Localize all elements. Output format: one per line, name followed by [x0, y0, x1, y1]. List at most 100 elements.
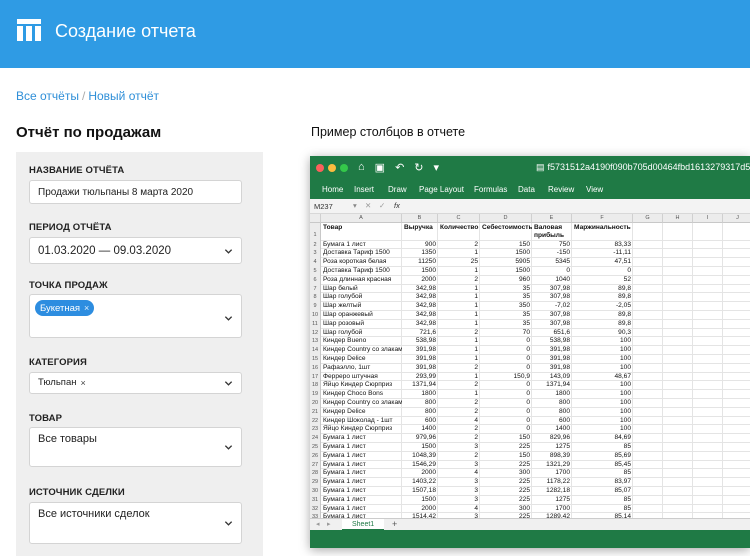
- cancel-icon: ✕: [365, 201, 372, 210]
- row-header: 13: [310, 337, 321, 347]
- column-title-cell: Товар: [323, 224, 343, 231]
- ribbon-tab-view: View: [586, 185, 604, 194]
- quick-access-toolbar: ⌂ ▣ ↶ ↻ ▾: [358, 161, 439, 174]
- row-header: 31: [310, 495, 321, 505]
- ribbon-tab-insert: Insert: [354, 185, 375, 194]
- row-header: 23: [310, 425, 321, 435]
- column-title-cell: Выручка: [404, 224, 433, 231]
- chevron-down-icon: [224, 316, 233, 321]
- category-tag-label: Тюльпан: [38, 377, 77, 388]
- sheet-nav-next: ▸: [327, 521, 331, 528]
- column-title-cell: Себестоимость: [482, 224, 532, 231]
- product-label: ТОВАР: [29, 413, 63, 424]
- breadcrumb: Все отчёты / Новый отчёт: [16, 89, 159, 103]
- excel-filename: ▤ f5731512a4190f090b705d00464fbd161327931…: [536, 162, 750, 173]
- redo-icon: ↻: [414, 162, 424, 174]
- row-header: 21: [310, 407, 321, 417]
- row-header: 30: [310, 487, 321, 496]
- row-header: 6: [310, 275, 321, 285]
- report-name-value: Продажи тюльпаны 8 марта 2020: [38, 187, 194, 198]
- namebox-dropdown-icon: ▾: [353, 201, 357, 210]
- excel-filename-text: f5731512a4190f090b705d00464fbd1613279317…: [547, 162, 750, 172]
- category-label: КАТЕГОРИЯ: [29, 357, 87, 368]
- excel-preview-window: ⌂ ▣ ↶ ↻ ▾ ▤ f5731512a4190f090b705d00464fb…: [310, 156, 750, 548]
- maximize-icon: [340, 164, 348, 172]
- file-icon: ▤: [536, 162, 545, 172]
- row-header: 11: [310, 319, 321, 329]
- row-header: 3: [310, 249, 321, 259]
- row-header: 28: [310, 469, 321, 479]
- breadcrumb-separator: /: [81, 89, 86, 103]
- remove-tag-icon[interactable]: ×: [84, 303, 89, 313]
- excel-titlebar: ⌂ ▣ ↶ ↻ ▾ ▤ f5731512a4190f090b705d00464fb…: [310, 156, 750, 184]
- category-select[interactable]: Тюльпан ×: [29, 372, 242, 394]
- period-select[interactable]: 01.03.2020 — 09.03.2020: [29, 237, 242, 264]
- column-header-b: B: [402, 214, 438, 223]
- close-icon: [316, 164, 324, 172]
- function-icon: fx: [394, 201, 400, 210]
- row-header: 18: [310, 381, 321, 391]
- spreadsheet-grid: A B C D E F G H I J 1 Товар Выручка Количество Себесто…: [310, 214, 750, 534]
- source-select[interactable]: Все источники сделок: [29, 502, 242, 544]
- row-header: 29: [310, 478, 321, 487]
- ribbon-tab-formulas: Formulas: [474, 185, 508, 194]
- column-title-cell: Маржинальность: [574, 224, 631, 231]
- point-of-sale-select[interactable]: Букетная ×: [29, 294, 242, 338]
- column-gridline: [662, 223, 663, 531]
- row-header: 24: [310, 434, 321, 443]
- row-header: 10: [310, 311, 321, 320]
- ribbon-tab-page-layout: Page Layout: [419, 185, 464, 194]
- source-value: Все источники сделок: [38, 508, 150, 520]
- breadcrumb-all-reports[interactable]: Все отчёты: [16, 89, 79, 103]
- ribbon-tab-data: Data: [518, 185, 535, 194]
- product-select[interactable]: Все товары: [29, 427, 242, 467]
- point-of-sale-tag-label: Букетная: [40, 302, 81, 314]
- app-title: Создание отчета: [55, 21, 196, 41]
- ribbon-tab-review: Review: [548, 185, 575, 194]
- row-header: 26: [310, 451, 321, 461]
- column-header-i: I: [693, 214, 723, 223]
- remove-tag-icon[interactable]: ×: [80, 378, 85, 388]
- row-header: 14: [310, 346, 321, 355]
- preview-caption: Пример столбцов в отчете: [311, 125, 466, 139]
- row-header: 2: [310, 240, 321, 250]
- column-header-h: H: [663, 214, 693, 223]
- select-all-corner: [310, 214, 321, 223]
- column-header-g: G: [633, 214, 663, 223]
- ribbon-tab-draw: Draw: [388, 185, 407, 194]
- row-header: 15: [310, 355, 321, 364]
- period-value: 01.03.2020 — 09.03.2020: [38, 245, 172, 257]
- add-sheet-icon: +: [392, 519, 398, 529]
- row-header: 19: [310, 390, 321, 399]
- row-header: 22: [310, 416, 321, 426]
- row-header: 9: [310, 302, 321, 311]
- row-header: 12: [310, 328, 321, 338]
- chevron-down-icon: [224, 381, 233, 386]
- row-header: 20: [310, 399, 321, 408]
- cell-reference: M237: [314, 202, 333, 211]
- column-header-f: F: [572, 214, 633, 223]
- column-header-c: C: [438, 214, 480, 223]
- row-header: 8: [310, 293, 321, 303]
- row-header: 17: [310, 372, 321, 382]
- excel-ribbon-tabs: Home Insert Draw Page Layout Formulas Da…: [310, 184, 750, 199]
- column-gridline: [722, 223, 723, 531]
- row-header: 16: [310, 363, 321, 373]
- report-name-label: НАЗВАНИЕ ОТЧЁТА: [29, 165, 125, 176]
- row-header: 7: [310, 284, 321, 294]
- save-icon: ▣: [374, 162, 386, 174]
- chevron-down-icon: [224, 445, 233, 450]
- page-title: Отчёт по продажам: [16, 124, 162, 141]
- column-gridline: [692, 223, 693, 531]
- excel-formula-bar: M237 ▾ ✕ ✓ fx: [310, 199, 750, 214]
- period-label: ПЕРИОД ОТЧЁТА: [29, 222, 112, 233]
- row-header: 32: [310, 504, 321, 514]
- breadcrumb-new-report[interactable]: Новый отчёт: [88, 89, 159, 103]
- report-name-input[interactable]: Продажи тюльпаны 8 марта 2020: [29, 180, 242, 204]
- row-header: 5: [310, 267, 321, 276]
- minimize-icon: [328, 164, 336, 172]
- excel-status-bar: [310, 530, 750, 548]
- chevron-down-icon: [224, 249, 233, 254]
- column-header-j: J: [723, 214, 750, 223]
- confirm-icon: ✓: [379, 201, 386, 210]
